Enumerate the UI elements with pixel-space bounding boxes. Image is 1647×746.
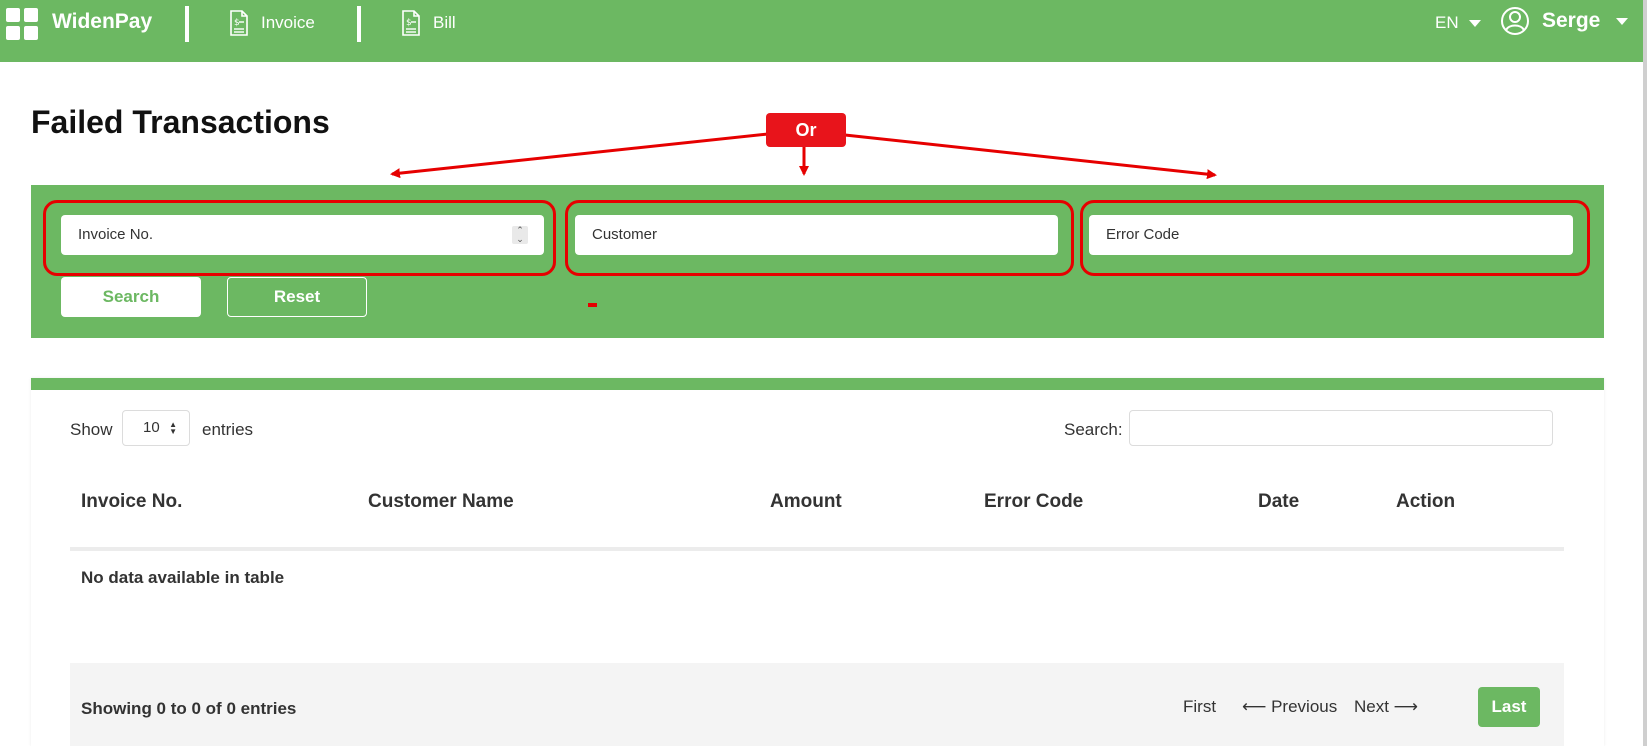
annotation-dash-mark — [588, 303, 597, 307]
annotation-arrows — [390, 132, 1217, 180]
annotation-or-label: Or — [766, 113, 846, 147]
